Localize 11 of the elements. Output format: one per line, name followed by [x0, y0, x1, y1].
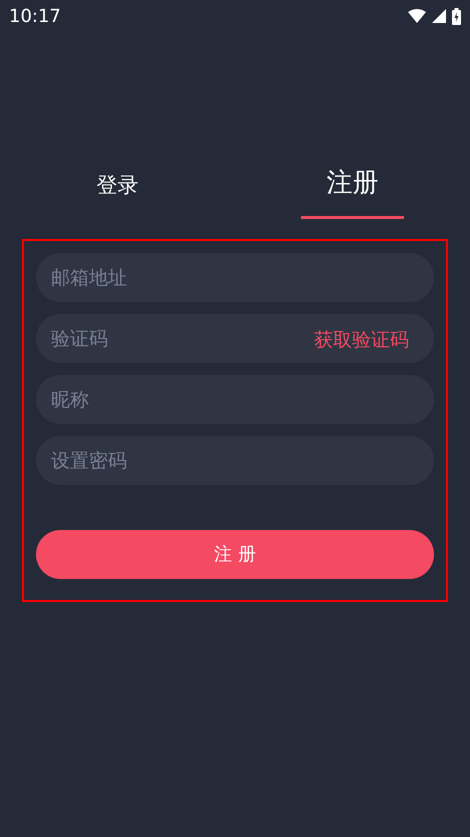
- get-code-link[interactable]: 获取验证码: [314, 326, 409, 354]
- tab[interactable]: 登录: [66, 164, 169, 219]
- tab[interactable]: 注册: [301, 164, 404, 219]
- signal-icon: [432, 9, 446, 23]
- input-field[interactable]: 设置密码: [36, 436, 434, 485]
- wifi-icon: [408, 9, 426, 23]
- input-field[interactable]: 昵称: [36, 375, 434, 424]
- input-field[interactable]: 邮箱地址: [36, 253, 434, 302]
- battery-icon: [452, 8, 461, 24]
- register-button[interactable]: 注 册: [36, 530, 434, 579]
- clock-time: 10:17: [9, 4, 61, 28]
